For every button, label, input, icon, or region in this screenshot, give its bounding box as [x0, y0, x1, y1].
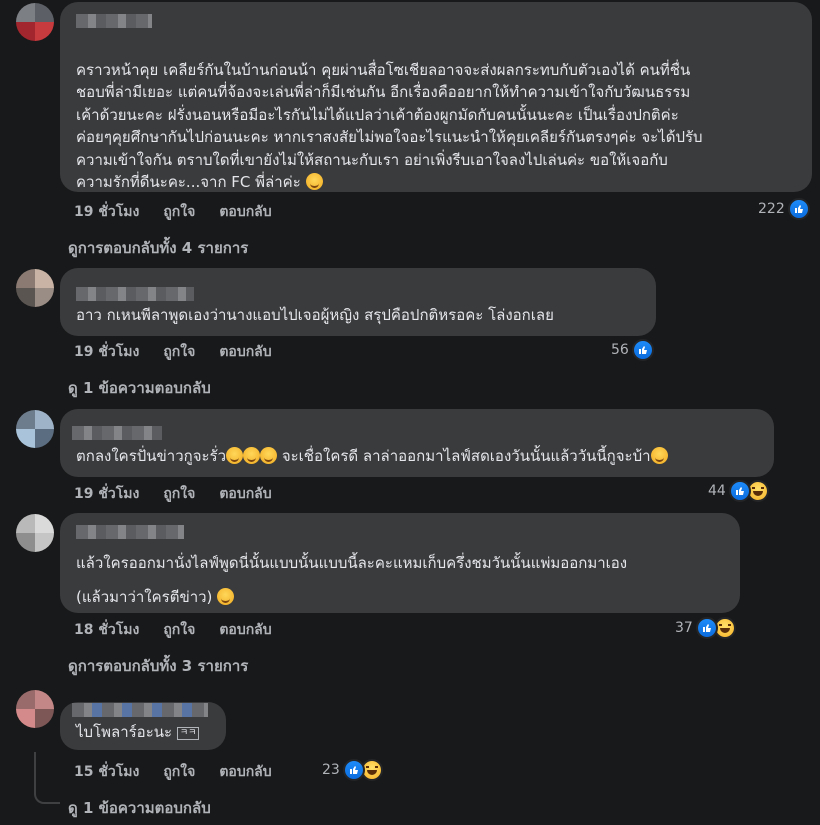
like-button[interactable]: ถูกใจ	[163, 201, 195, 223]
reply-button[interactable]: ตอบกลับ	[219, 341, 271, 363]
comment-text: คราวหน้าคุย เคลียร์กันในบ้านก่อนน้า คุยผ…	[76, 60, 703, 192]
timestamp-link[interactable]: 19 ชั่วโมง	[74, 201, 139, 223]
smile-emoji-icon	[226, 447, 244, 464]
smile-emoji-icon	[305, 173, 323, 190]
reply-button[interactable]: ตอบกลับ	[219, 201, 271, 223]
reply-button[interactable]: ตอบกลับ	[219, 761, 271, 783]
like-icon	[342, 759, 365, 781]
comment-actions: 19 ชั่วโมง ถูกใจ ตอบกลับ	[74, 341, 272, 363]
reaction-summary[interactable]: 23	[322, 759, 383, 781]
reaction-summary[interactable]: 37	[675, 617, 736, 639]
like-icon	[695, 617, 718, 639]
comment-text: ตกลงใครปั่นข่าวกูจะรั่ว จะเชื่อใครดี ลาล…	[76, 445, 668, 468]
avatar[interactable]	[16, 3, 54, 41]
smile-emoji-icon	[260, 447, 278, 464]
commenter-name[interactable]	[76, 287, 194, 301]
view-replies-link[interactable]: ดูการตอบกลับทั้ง 4 รายการ	[68, 236, 248, 260]
reaction-summary[interactable]: 44	[708, 480, 769, 502]
reaction-summary[interactable]: 222	[758, 198, 810, 220]
timestamp-link[interactable]: 18 ชั่วโมง	[74, 619, 139, 641]
like-button[interactable]: ถูกใจ	[163, 619, 195, 641]
avatar[interactable]	[16, 269, 54, 307]
avatar[interactable]	[16, 410, 54, 448]
comment-actions: 18 ชั่วโมง ถูกใจ ตอบกลับ	[74, 619, 272, 641]
reply-thread-line	[34, 752, 60, 804]
reaction-summary[interactable]: 56	[611, 339, 654, 361]
commenter-name[interactable]	[72, 426, 162, 440]
reaction-count: 222	[758, 201, 785, 217]
view-replies-link[interactable]: ดู 1 ข้อความตอบกลับ	[68, 376, 211, 400]
reaction-count: 56	[611, 342, 629, 358]
avatar[interactable]	[16, 690, 54, 728]
like-button[interactable]: ถูกใจ	[163, 761, 195, 783]
timestamp-link[interactable]: 19 ชั่วโมง	[74, 483, 139, 505]
like-icon	[631, 339, 654, 361]
commenter-name[interactable]	[76, 14, 152, 28]
text-badge: ㅋㅋ	[176, 727, 200, 740]
smile-emoji-icon	[217, 588, 235, 605]
reaction-count: 44	[708, 483, 726, 499]
comment-text: แล้วใครออกมานั่งไลฟ์พูดนี่นั้นแบบนั้นแบบ…	[76, 554, 628, 606]
view-replies-link[interactable]: ดูการตอบกลับทั้ง 3 รายการ	[68, 654, 248, 678]
timestamp-link[interactable]: 15 ชั่วโมง	[74, 761, 139, 783]
commenter-name[interactable]	[76, 525, 184, 539]
timestamp-link[interactable]: 19 ชั่วโมง	[74, 341, 139, 363]
commenter-name[interactable]	[72, 703, 208, 717]
reply-button[interactable]: ตอบกลับ	[219, 483, 271, 505]
view-replies-link[interactable]: ดู 1 ข้อความตอบกลับ	[68, 796, 211, 820]
comment-text: อาว กเหนพีลาพูดเองว่านางแอบไปเจอผู้หญิง …	[76, 306, 554, 324]
like-button[interactable]: ถูกใจ	[163, 341, 195, 363]
comment-actions: 19 ชั่วโมง ถูกใจ ตอบกลับ	[74, 483, 272, 505]
reaction-count: 37	[675, 620, 693, 636]
comment-actions: 15 ชั่วโมง ถูกใจ ตอบกลับ	[74, 761, 272, 783]
comment-text: ไบโพลาร์อะนะ ㅋㅋ	[76, 721, 200, 744]
reply-button[interactable]: ตอบกลับ	[219, 619, 271, 641]
avatar[interactable]	[16, 514, 54, 552]
like-icon	[787, 198, 810, 220]
smile-emoji-icon	[243, 447, 261, 464]
reaction-count: 23	[322, 762, 340, 778]
smile-emoji-icon	[650, 447, 668, 464]
comment-actions: 19 ชั่วโมง ถูกใจ ตอบกลับ	[74, 201, 272, 223]
like-button[interactable]: ถูกใจ	[163, 483, 195, 505]
like-icon	[728, 480, 751, 502]
